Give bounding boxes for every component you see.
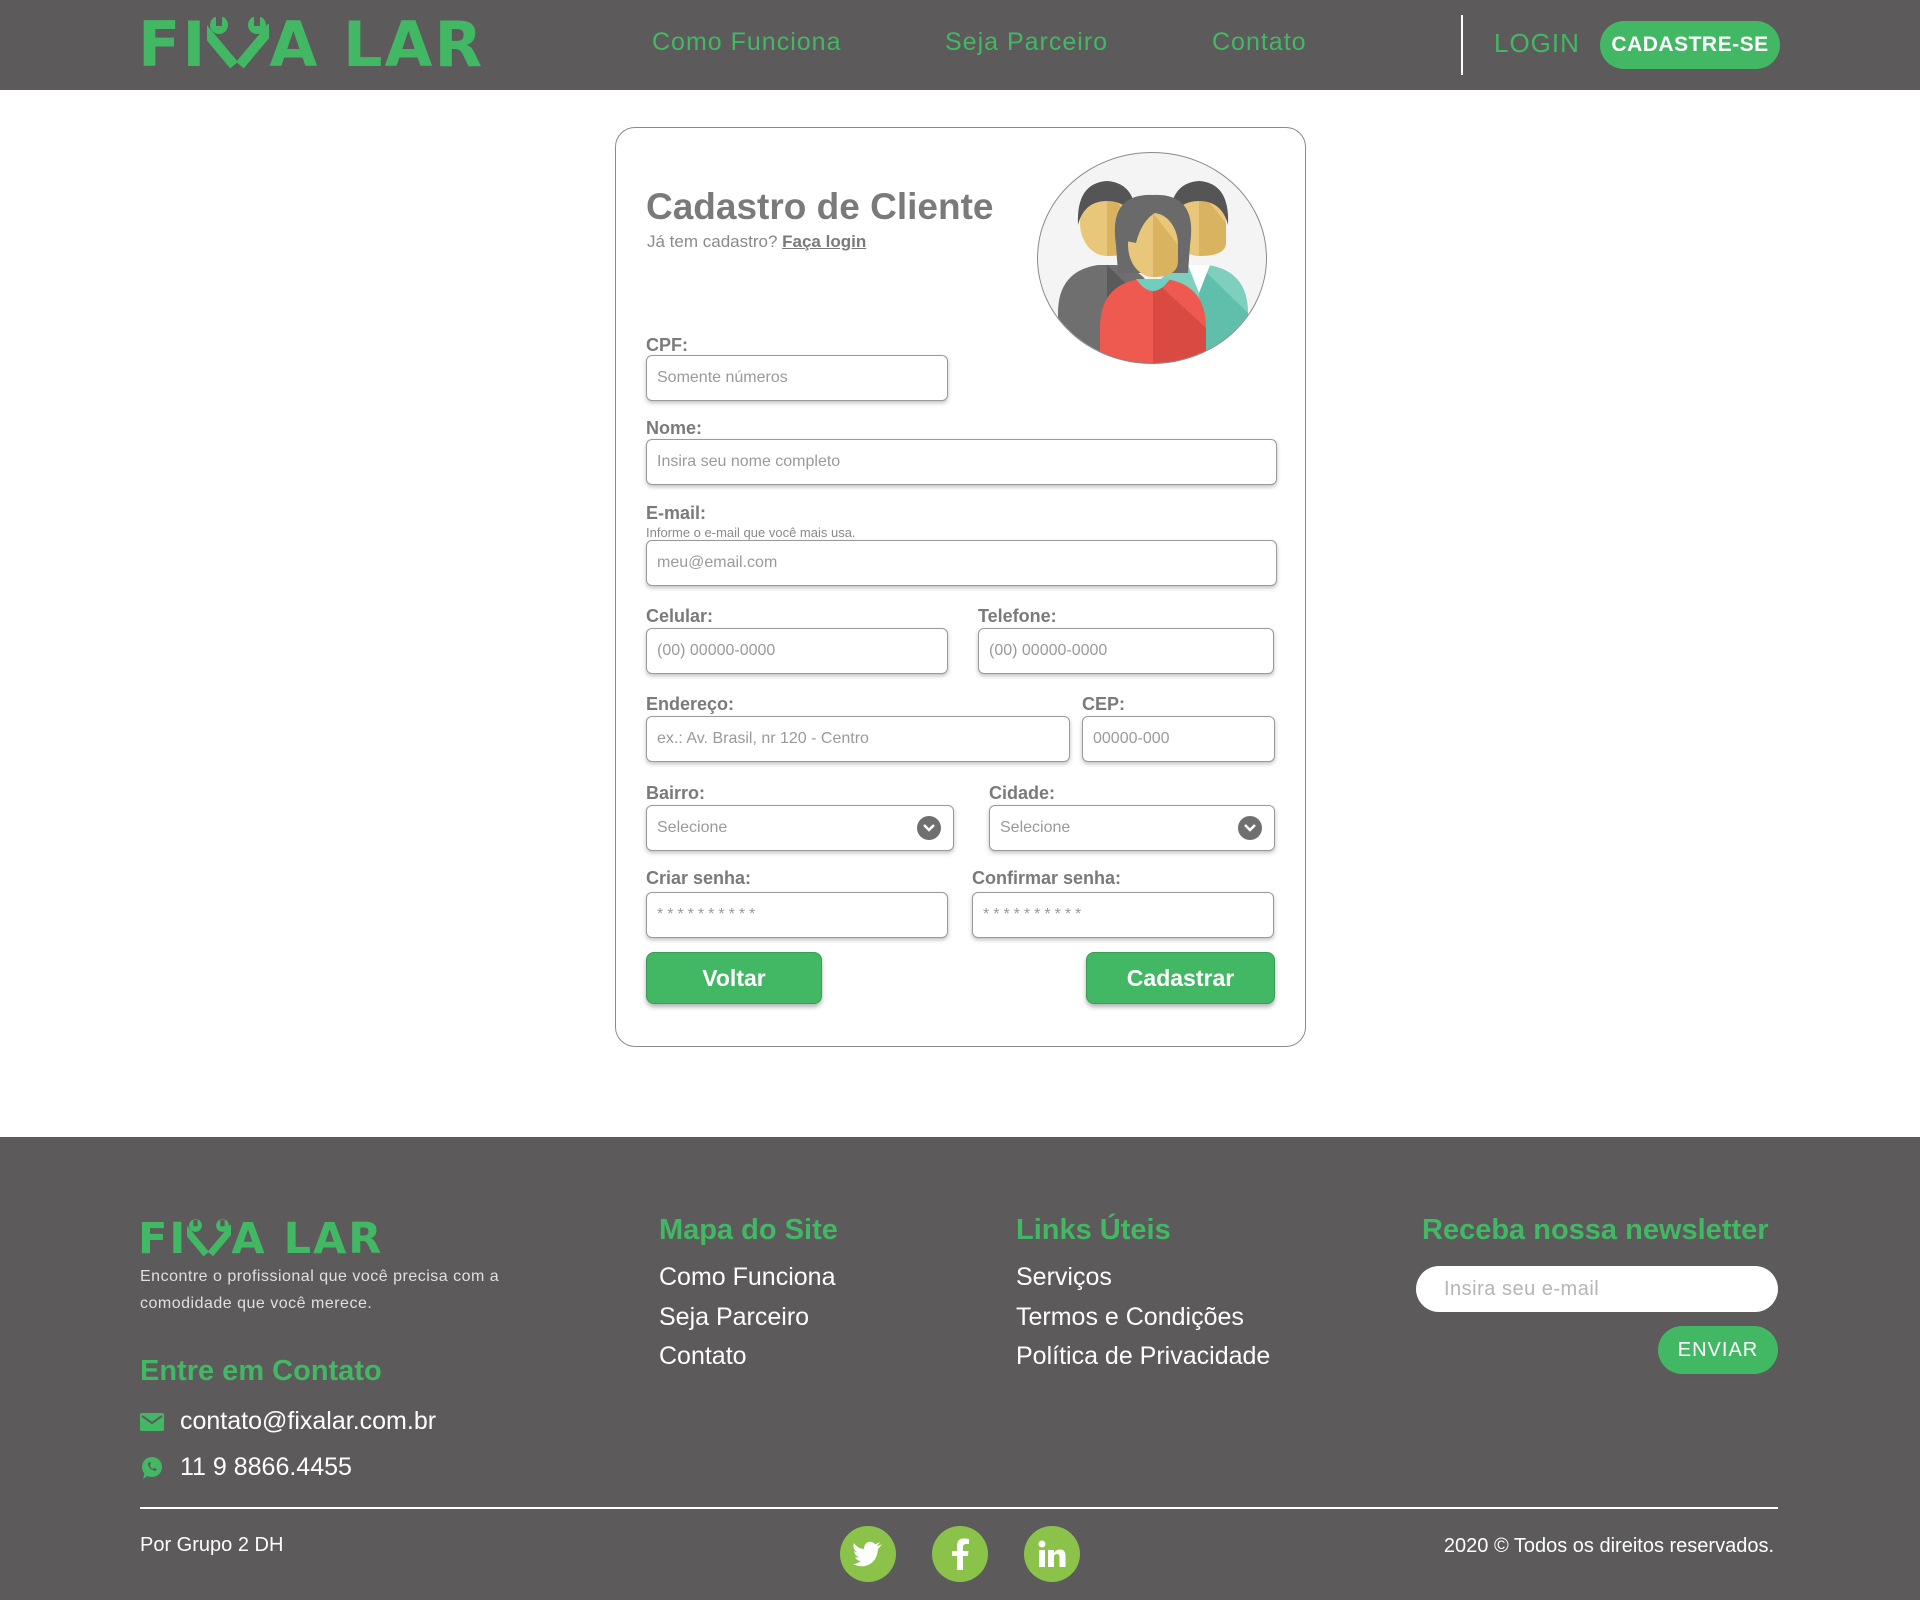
senha-label: Criar senha:	[646, 868, 752, 888]
footer-brand-logo[interactable]: FI A LAR	[138, 1214, 384, 1264]
header-divider	[1461, 15, 1463, 75]
tagline: Encontre o profissional que você precisa…	[140, 1268, 500, 1312]
contact-heading: Entre em Contato	[140, 1355, 382, 1387]
bairro-selected: Selecione	[657, 819, 728, 836]
page: FI A LAR Como Funciona Seja Parceiro Con…	[0, 0, 1920, 1600]
sitemap-heading: Mapa do Site	[659, 1214, 838, 1246]
footer-link-servicos[interactable]: Serviços	[1016, 1263, 1112, 1292]
confirmar-label: Confirmar senha:	[972, 868, 1122, 888]
nome-label: Nome:	[646, 418, 703, 438]
linkedin-icon[interactable]	[1024, 1526, 1080, 1582]
credit-text: Por Grupo 2 DH	[140, 1534, 284, 1556]
newsletter-email-input[interactable]	[1416, 1266, 1778, 1312]
tools-icon	[187, 1219, 232, 1257]
brand-logo[interactable]: FI A LAR	[138, 8, 484, 81]
contact-email: contato@fixalar.com.br	[180, 1407, 437, 1435]
login-link[interactable]: LOGIN	[1494, 28, 1580, 59]
cep-label: CEP:	[1082, 694, 1126, 714]
footer-link-contato[interactable]: Contato	[659, 1342, 747, 1371]
mail-icon	[140, 1412, 164, 1431]
people-group-icon	[1037, 152, 1267, 364]
brand-name-left: FI	[138, 7, 208, 81]
facebook-icon[interactable]	[932, 1526, 988, 1582]
cidade-select[interactable]: Selecione	[989, 805, 1275, 851]
twitter-glyph	[853, 1541, 882, 1567]
form-title: Cadastro de Cliente	[646, 186, 994, 227]
twitter-icon[interactable]	[840, 1526, 896, 1582]
signup-button[interactable]: CADASTRE-SE	[1600, 21, 1780, 69]
footer-link-termos[interactable]: Termos e Condições	[1016, 1303, 1244, 1332]
password-input[interactable]	[646, 892, 948, 938]
footer-link-como-funciona[interactable]: Como Funciona	[659, 1263, 835, 1292]
cpf-label: CPF:	[646, 335, 688, 355]
nav-como-funciona[interactable]: Como Funciona	[652, 28, 841, 57]
footer-brand-name-right: A LAR	[231, 1214, 384, 1264]
chevron-down-icon	[917, 816, 941, 840]
cep-input[interactable]	[1082, 716, 1275, 762]
footer: FI A LAR Encontre o profissional que voc…	[0, 1137, 1920, 1600]
email-label: E-mail:	[646, 503, 707, 523]
celular-input[interactable]	[646, 628, 948, 674]
signup-card: Cadastro de Cliente Já tem cadastro? Faç…	[615, 127, 1306, 1047]
contact-phone: 11 9 8866.4455	[180, 1453, 352, 1481]
bairro-select[interactable]: Selecione	[646, 805, 954, 851]
newsletter-send-button[interactable]: ENVIAR	[1658, 1326, 1778, 1374]
contact-email-row[interactable]: contato@fixalar.com.br	[140, 1407, 436, 1436]
contact-phone-row[interactable]: 11 9 8866.4455	[140, 1453, 352, 1482]
endereco-input[interactable]	[646, 716, 1070, 762]
copyright-text: 2020 © Todos os direitos reservados.	[1443, 1535, 1774, 1557]
top-header: FI A LAR Como Funciona Seja Parceiro Con…	[0, 0, 1920, 90]
linkedin-glyph	[1038, 1540, 1066, 1567]
cidade-label: Cidade:	[989, 783, 1056, 803]
tools-icon	[207, 17, 270, 69]
footer-link-privacidade[interactable]: Política de Privacidade	[1016, 1342, 1270, 1371]
cidade-selected: Selecione	[1000, 819, 1071, 836]
chevron-down-icon	[1238, 816, 1262, 840]
nav-contato[interactable]: Contato	[1212, 28, 1307, 57]
form-subtitle: Já tem cadastro? Faça login	[647, 232, 866, 252]
whatsapp-icon	[142, 1456, 162, 1479]
telefone-input[interactable]	[978, 628, 1274, 674]
nome-input[interactable]	[646, 439, 1277, 485]
email-hint: Informe o e-mail que você mais usa.	[646, 525, 856, 540]
footer-brand-name-left: FI	[138, 1214, 188, 1264]
email-input[interactable]	[646, 540, 1277, 586]
newsletter-heading: Receba nossa newsletter	[1422, 1214, 1769, 1246]
back-button[interactable]: Voltar	[646, 952, 822, 1004]
telefone-label: Telefone:	[978, 606, 1057, 626]
people-illustration	[1058, 181, 1248, 363]
facebook-glyph	[952, 1538, 969, 1570]
nav-seja-parceiro[interactable]: Seja Parceiro	[945, 28, 1108, 57]
brand-name-right: A LAR	[269, 7, 485, 81]
bairro-label: Bairro:	[646, 783, 706, 803]
submit-button[interactable]: Cadastrar	[1086, 952, 1275, 1004]
endereco-label: Endereço:	[646, 694, 735, 714]
footer-divider	[140, 1507, 1778, 1509]
useful-links-heading: Links Úteis	[1016, 1214, 1171, 1246]
confirm-password-input[interactable]	[972, 892, 1274, 938]
subtitle-prefix: Já tem cadastro?	[647, 232, 778, 251]
login-link-inline[interactable]: Faça login	[782, 232, 866, 251]
footer-link-seja-parceiro[interactable]: Seja Parceiro	[659, 1303, 809, 1332]
cpf-input[interactable]	[646, 355, 948, 401]
celular-label: Celular:	[646, 606, 714, 626]
